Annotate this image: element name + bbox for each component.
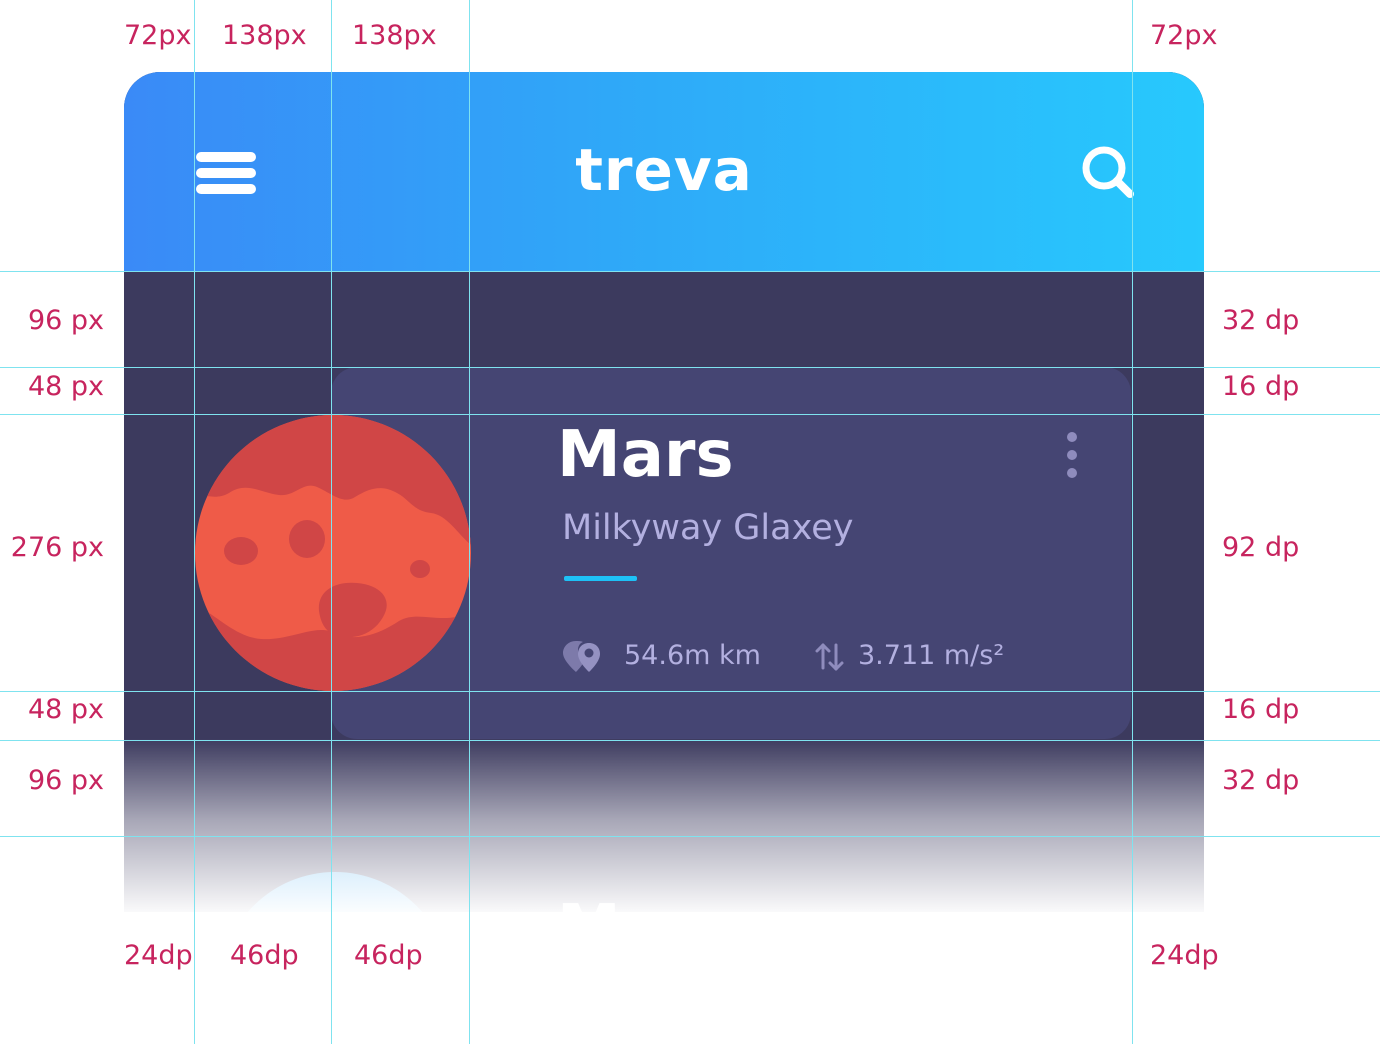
spec-label-top: 72px (1150, 20, 1218, 51)
spec-label-bottom: 46dp (230, 940, 299, 971)
spec-label-top: 138px (352, 20, 437, 51)
planet-name: Mars (557, 418, 734, 492)
spec-label-bottom: 24dp (124, 940, 193, 971)
app-bar: treva (124, 72, 1204, 272)
spec-label-right: 16 dp (1222, 371, 1300, 402)
spec-label-right: 32 dp (1222, 305, 1300, 336)
spec-label-bottom: 24dp (1150, 940, 1219, 971)
spec-label-left: 48 px (27, 694, 104, 725)
accent-divider (564, 576, 637, 581)
spec-label-left: 48 px (27, 371, 104, 402)
menu-bar-top (196, 152, 256, 162)
menu-bar-middle (196, 168, 256, 178)
gravity-arrows-icon (815, 643, 844, 671)
app-title: treva (575, 136, 753, 204)
spec-label-top: 138px (222, 20, 307, 51)
mars-planet-icon (195, 415, 471, 691)
kebab-dot-2 (1067, 450, 1077, 460)
app-screen: treva Mars Milkyway Glaxey 54.6m km 3.71… (124, 72, 1204, 912)
kebab-dot-3 (1067, 468, 1077, 478)
spec-label-bottom: 46dp (354, 940, 423, 971)
map-pins-icon (563, 641, 600, 672)
spec-label-left: 276 px (10, 532, 104, 563)
spec-label-left: 96 px (27, 765, 104, 796)
more-vertical-icon[interactable] (1060, 428, 1084, 484)
bottom-fade-overlay (124, 738, 1204, 912)
spec-label-top: 72px (124, 20, 192, 51)
kebab-dot-1 (1067, 432, 1077, 442)
spec-canvas: treva Mars Milkyway Glaxey 54.6m km 3.71… (0, 0, 1380, 1044)
planet-galaxy: Milkyway Glaxey (562, 508, 854, 548)
spec-label-left: 96 px (27, 305, 104, 336)
spec-label-right: 92 dp (1222, 532, 1300, 563)
spec-label-right: 32 dp (1222, 765, 1300, 796)
content-area: Mars Milkyway Glaxey 54.6m km 3.711 m/s² (124, 272, 1204, 912)
menu-bar-bottom (196, 184, 256, 194)
distance-value: 54.6m km (624, 640, 761, 671)
gravity-value: 3.711 m/s² (858, 640, 1005, 671)
spec-label-right: 16 dp (1222, 694, 1300, 725)
search-icon[interactable] (1080, 142, 1140, 202)
hamburger-menu-icon[interactable] (194, 148, 258, 198)
